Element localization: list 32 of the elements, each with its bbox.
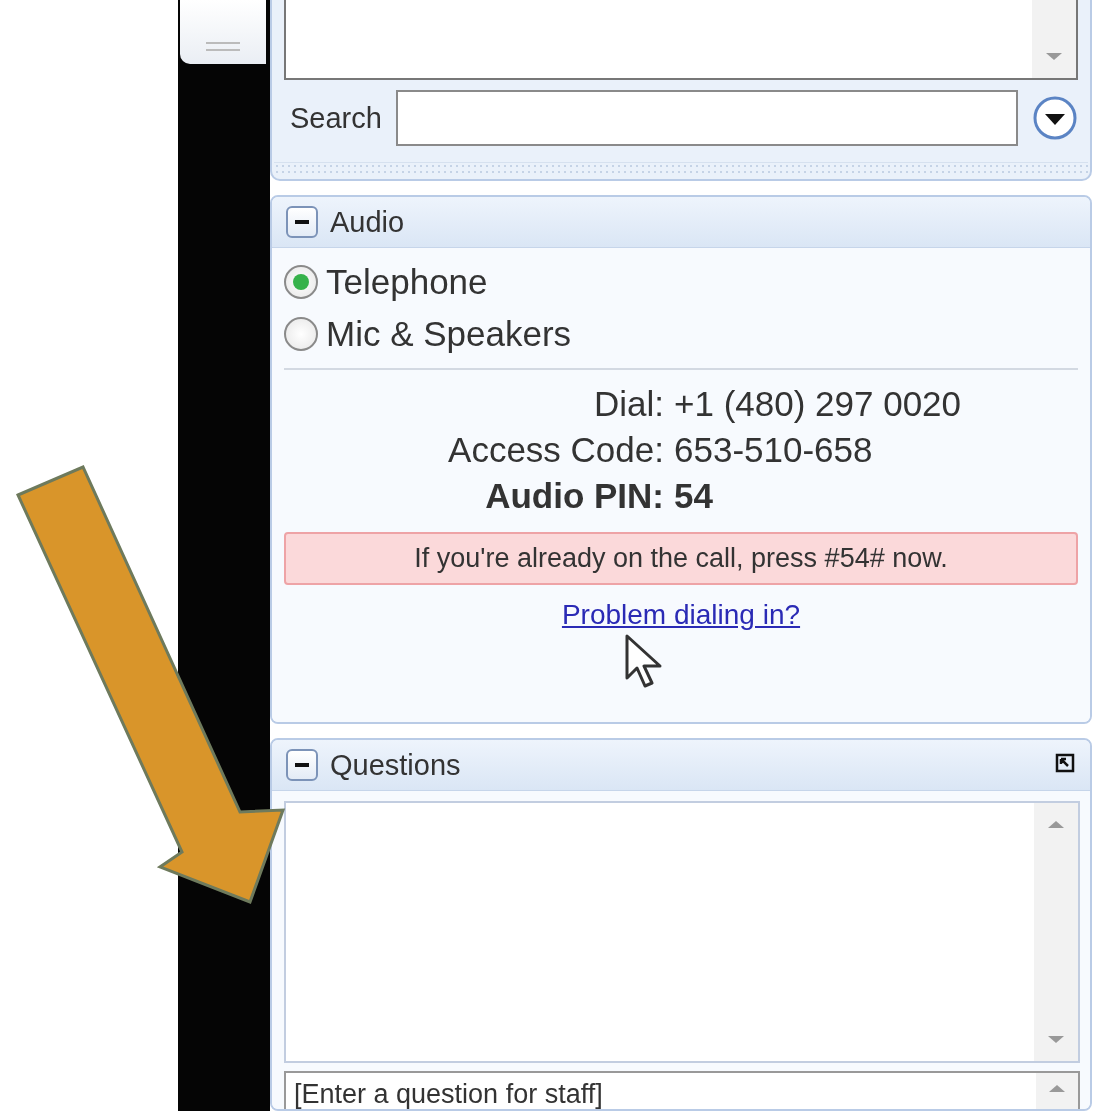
detail-value: 653-510-658 bbox=[674, 430, 874, 470]
side-tab[interactable] bbox=[180, 0, 266, 64]
collapse-icon[interactable] bbox=[286, 206, 318, 238]
detail-value: +1 (480) 297 0020 bbox=[674, 384, 963, 424]
section-title: Audio bbox=[330, 205, 406, 239]
detail-label: Audio PIN: bbox=[484, 476, 664, 516]
radio-button[interactable] bbox=[284, 265, 318, 299]
detail-value: 54 bbox=[674, 476, 714, 516]
radio-option[interactable]: Mic & Speakers bbox=[284, 308, 1078, 360]
option-label: Mic & Speakers bbox=[326, 314, 572, 354]
scrollbar[interactable] bbox=[1032, 0, 1076, 78]
collapse-icon[interactable] bbox=[286, 749, 318, 782]
help-link[interactable]: Problem dialing in? bbox=[561, 599, 801, 631]
radio-button[interactable] bbox=[284, 317, 318, 351]
search-label: Search bbox=[290, 101, 382, 135]
detail-label: Access Code: bbox=[447, 430, 664, 470]
scroll-down-icon[interactable] bbox=[1045, 52, 1063, 62]
scrollbar[interactable] bbox=[1036, 1071, 1080, 1109]
splitter-handle[interactable] bbox=[274, 162, 1088, 175]
dropdown-icon[interactable] bbox=[1032, 95, 1078, 141]
scroll-up-icon[interactable] bbox=[1047, 819, 1065, 830]
radio-option[interactable]: Telephone bbox=[284, 256, 1078, 308]
section-title: Questions bbox=[330, 748, 462, 782]
option-label: Telephone bbox=[326, 262, 488, 302]
detail-label: Dial: bbox=[592, 384, 664, 424]
search-field[interactable] bbox=[395, 90, 1018, 146]
grip-icon bbox=[206, 42, 240, 52]
scroll-up-icon[interactable] bbox=[1048, 1083, 1066, 1094]
notice-banner: If you're already on the call, press #54# now. bbox=[284, 532, 1078, 585]
question-field[interactable]: [Enter a question for staff] bbox=[284, 1071, 1036, 1109]
scrollbar[interactable] bbox=[1034, 803, 1078, 1062]
scroll-down-icon[interactable] bbox=[1047, 1035, 1065, 1046]
